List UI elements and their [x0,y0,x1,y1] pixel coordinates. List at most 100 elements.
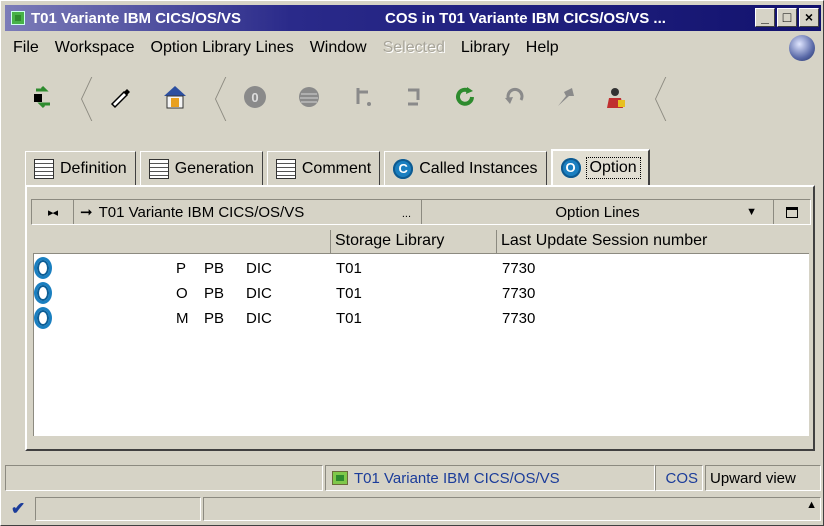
toolbar-separator [205,77,215,121]
view-label: Option Lines [555,203,640,221]
title-bar[interactable]: T01 Variante IBM CICS/OS/VS COS in T01 V… [5,5,821,31]
toolbar-separator [645,77,655,121]
globe-logo-icon [789,35,815,61]
option-icon [34,307,52,329]
table-header: Storage Library Last Update Session numb… [33,230,809,254]
path-label: T01 Variante IBM CICS/OS/VS [98,203,305,221]
tab-comment[interactable]: Comment [266,151,381,185]
pencil-icon[interactable] [105,83,133,111]
column-header-name[interactable] [33,230,331,254]
menu-workspace[interactable]: Workspace [47,39,143,57]
toolbar: 0 [5,71,821,127]
tab-option[interactable]: O Option [550,149,650,185]
row-category: DIC [246,310,272,327]
menu-library[interactable]: Library [453,39,518,57]
status-variant-label: T01 Variante IBM CICS/OS/VS [354,469,560,487]
row-code: P [176,260,187,277]
menu-help[interactable]: Help [518,39,567,57]
row-session: 7730 [502,260,536,277]
tab-label: Definition [60,159,127,177]
zero-circle-icon[interactable]: 0 [241,83,269,111]
list-icon [148,158,169,179]
svg-text:0: 0 [251,90,258,105]
tab-called-instances[interactable]: C Called Instances [384,151,547,185]
pin-icon[interactable] [551,83,579,111]
row-type: PB [204,310,225,327]
maximize-panel-button[interactable] [774,200,810,224]
column-header-last-update[interactable]: Last Update Session number [497,230,809,254]
column-header-storage-library[interactable]: Storage Library [331,230,497,254]
green-cycle-icon[interactable] [451,83,479,111]
check-icon: ✔ [11,499,26,518]
maximize-button[interactable]: □ [777,8,797,27]
tab-generation[interactable]: Generation [139,151,263,185]
app-icon [11,11,25,25]
maximize-icon [786,206,798,218]
chevron-down-icon: ▼ [746,206,757,218]
application-window: T01 Variante IBM CICS/OS/VS COS in T01 V… [0,0,824,526]
window-subtitle: COS in T01 Variante IBM CICS/OS/VS ... [385,9,666,27]
refresh-pair-icon[interactable] [29,83,57,111]
list-icon [34,158,54,179]
tab-label: Option [585,157,641,179]
table-row[interactable]: O PB DIC T01 7730 [34,281,810,306]
bottom-bar: ✔ ▲ [5,495,821,523]
o-icon: O [560,158,581,178]
scroll-up-icon[interactable]: ▲ [806,499,817,511]
window-title: T01 Variante IBM CICS/OS/VS [31,9,242,27]
menu-file[interactable]: File [5,39,47,57]
branch-icon[interactable] [349,83,377,111]
undo-icon[interactable] [501,83,529,111]
row-category: DIC [246,260,272,277]
row-session: 7730 [502,310,536,327]
path-selector[interactable]: ➞ T01 Variante IBM CICS/OS/VS ... [74,200,422,224]
minimize-button[interactable]: _ [755,8,775,27]
arrow-right-icon: ➞ [80,204,93,221]
tab-definition[interactable]: Definition [25,151,136,185]
list-icon [275,158,296,179]
row-category: DIC [246,285,272,302]
menu-window[interactable]: Window [302,39,375,57]
toolbar-separator [71,77,81,121]
variant-icon [332,471,348,485]
status-variant: T01 Variante IBM CICS/OS/VS [325,465,655,491]
row-library: T01 [336,260,362,277]
row-library: T01 [336,310,362,327]
arrows-icon[interactable] [401,83,429,111]
status-bar: T01 Variante IBM CICS/OS/VS COS Upward v… [5,463,821,493]
menu-selected: Selected [382,39,445,56]
tab-strip: Definition Generation Comment C Called I… [25,147,654,185]
library-house-icon[interactable] [161,83,189,111]
row-type: PB [204,285,225,302]
window-controls: _ □ × [755,8,819,27]
table-body: P PB DIC T01 7730 O PB DIC T01 7730 M PB… [33,254,809,436]
row-code: M [176,310,189,327]
status-message [5,465,323,491]
tab-label: Called Instances [419,159,538,177]
table-row[interactable]: P PB DIC T01 7730 [34,256,810,281]
status-cos: COS [655,465,703,491]
table-row[interactable]: M PB DIC T01 7730 [34,306,810,331]
close-button[interactable]: × [799,8,819,27]
bottom-cell [35,497,201,521]
option-panel: ▸◂ ➞ T01 Variante IBM CICS/OS/VS ... Opt… [25,185,815,451]
status-view: Upward view [705,465,821,491]
menu-option-library-lines[interactable]: Option Library Lines [143,39,302,57]
panel-header: ▸◂ ➞ T01 Variante IBM CICS/OS/VS ... Opt… [31,199,811,225]
ball-icon[interactable] [295,83,323,111]
row-library: T01 [336,285,362,302]
person-icon[interactable] [601,83,629,111]
tab-label: Comment [301,159,372,177]
row-session: 7730 [502,285,536,302]
menu-bar: File Workspace Option Library Lines Wind… [5,34,821,62]
view-dropdown[interactable]: Option Lines ▼ [422,200,774,224]
tab-label: Generation [174,159,254,177]
c-icon: C [393,158,414,179]
option-icon [34,257,52,279]
row-type: PB [204,260,225,277]
bottom-cell [203,497,821,521]
path-more-button[interactable]: ... [402,208,411,220]
option-icon [34,282,52,304]
row-code: O [176,285,188,302]
collapse-button[interactable]: ▸◂ [32,200,74,224]
